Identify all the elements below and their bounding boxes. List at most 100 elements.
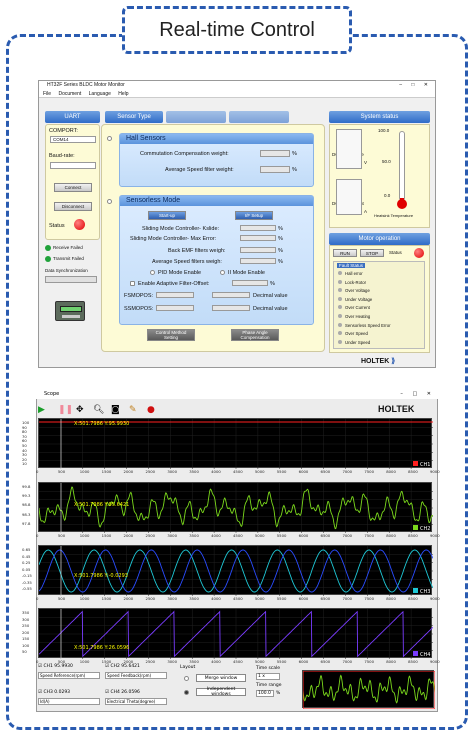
- signal-trace: [303, 674, 435, 704]
- scope-window-controls[interactable]: – □ ✕: [400, 390, 435, 399]
- tab-3[interactable]: [229, 111, 289, 123]
- menu-document[interactable]: Document: [58, 91, 81, 97]
- comport-select[interactable]: COM14: [50, 136, 96, 143]
- fsmopos-input-b[interactable]: [212, 292, 250, 298]
- avg-filter-input[interactable]: [260, 166, 290, 173]
- pause-icon[interactable]: ❚❚: [58, 405, 73, 415]
- maxerr-input[interactable]: [240, 235, 276, 241]
- menu-help[interactable]: Help: [118, 91, 128, 97]
- overview-plot[interactable]: [302, 670, 435, 709]
- tab-2[interactable]: [166, 111, 226, 123]
- comp-weight-input[interactable]: [260, 150, 290, 157]
- holtek-logo-top: HOLTEK ⟫: [361, 358, 396, 365]
- sensor-type-tab[interactable]: Sensor Type: [105, 111, 163, 123]
- fsmopos-input-a[interactable]: [156, 292, 194, 298]
- play-icon[interactable]: ▶: [38, 405, 45, 415]
- y-tick-label: -0.35: [22, 579, 32, 585]
- merge-radio[interactable]: [184, 676, 189, 681]
- fault-label: Under Speed: [345, 339, 371, 345]
- brush-icon[interactable]: ✎: [129, 405, 137, 415]
- timescale-select[interactable]: 1 x: [256, 673, 280, 680]
- uart-tab[interactable]: UART: [45, 111, 100, 123]
- bemf-input[interactable]: [240, 247, 276, 253]
- independent-window-button[interactable]: Independent windows: [196, 687, 246, 697]
- x-tick-label: 1500: [101, 469, 112, 474]
- x-tick-label: 500: [57, 533, 66, 538]
- x-tick-label: 3500: [189, 469, 199, 474]
- ch1-select[interactable]: Speed Reference(rpm): [38, 672, 100, 679]
- transmit-failed-led: [45, 256, 51, 262]
- thermometer-bulb: [397, 199, 407, 209]
- x-tick-label: 5000: [254, 659, 265, 664]
- ch2-select[interactable]: Speed Feedback(rpm): [105, 672, 167, 679]
- run-button[interactable]: RUN: [333, 249, 357, 257]
- x-tick-label: 8500: [408, 533, 418, 538]
- comp-weight-label: Commutation Compensation weight:: [140, 151, 229, 157]
- connect-button[interactable]: Connect: [54, 183, 92, 192]
- hall-radio[interactable]: [107, 136, 112, 141]
- x-tick-label: 5000: [254, 533, 265, 538]
- x-tick-label: 3000: [167, 659, 177, 664]
- ssmopos-input-b[interactable]: [212, 305, 250, 311]
- move-icon[interactable]: ✥: [76, 405, 84, 415]
- ch4-select[interactable]: Electrical Theta(degree): [105, 698, 167, 705]
- plot-ch3[interactable]: CH3: [38, 545, 433, 596]
- fault-led: [338, 305, 342, 310]
- motor-operation-header: Motor operation: [329, 233, 430, 245]
- zoom-icon[interactable]: 🔍︎: [93, 405, 104, 415]
- ch3-check[interactable]: ☑ CH3 0.0293: [38, 690, 70, 695]
- fault-item: Lock-Rotor: [338, 279, 366, 285]
- fault-status-title: Fault Status: [337, 263, 366, 268]
- sensorless-radio[interactable]: [107, 199, 112, 204]
- camera-icon[interactable]: ◙: [111, 405, 120, 415]
- kslide-pct: %: [278, 226, 283, 232]
- uart-panel: COMPORT: COM14 Baud-rate: Connect Discon…: [45, 124, 100, 240]
- y-tick-label: 0.65: [22, 547, 31, 552]
- x-tick-label: 2000: [123, 469, 134, 474]
- baud-input[interactable]: [50, 162, 96, 169]
- menu-file[interactable]: File: [43, 91, 51, 97]
- x-tick-label: 6500: [320, 469, 331, 474]
- x-tick-label: 3500: [189, 533, 199, 538]
- x-tick-label: 1000: [79, 533, 90, 538]
- holtek-logo-scope: HOLTEK: [378, 404, 414, 414]
- fault-item: Over Speed: [338, 331, 368, 336]
- motor-status-label: Status: [389, 250, 402, 255]
- x-tick-label: 8000: [386, 469, 396, 474]
- dc-current-unit: A: [364, 209, 368, 214]
- stop-button[interactable]: STOP: [360, 249, 384, 257]
- if-setup-button[interactable]: I/F Setup: [235, 211, 273, 220]
- timerange-label: Time range: [256, 683, 282, 688]
- pid-radio[interactable]: [150, 270, 155, 275]
- kslide-input[interactable]: [240, 225, 276, 231]
- ch1-check[interactable]: ☑ CH1 95.9930: [38, 664, 73, 669]
- adaptive-checkbox[interactable]: [130, 281, 135, 286]
- independent-radio[interactable]: [184, 690, 189, 695]
- fsmopos-label: FSMOPOS:: [124, 293, 154, 299]
- fault-led: [338, 279, 342, 284]
- ch4-check[interactable]: ☑ CH4 26.0596: [105, 690, 140, 695]
- menu-language[interactable]: Language: [89, 91, 111, 97]
- startup-button[interactable]: Start-up: [148, 211, 186, 220]
- disconnect-button[interactable]: Disconnect: [54, 202, 92, 211]
- ii-radio[interactable]: [220, 270, 225, 275]
- avg-speed-label: Average Speed filters weigh:: [152, 259, 222, 265]
- adaptive-input[interactable]: [232, 280, 268, 286]
- avg-speed-input[interactable]: [240, 258, 276, 264]
- ssmopos-label: SSMOPOS:: [124, 306, 154, 312]
- phase-angle-button[interactable]: Phase Angle Compensation: [231, 329, 279, 341]
- ssmopos-input-a[interactable]: [156, 305, 194, 311]
- y-tick-label: 350: [22, 610, 30, 615]
- ch2-check[interactable]: ☑ CH2 95.6421: [105, 664, 140, 669]
- ch3-select[interactable]: Id(A): [38, 698, 100, 705]
- cursor-label-ch3: X:501.7986 Y:-0.0293: [74, 573, 128, 579]
- merge-window-button[interactable]: Merge window: [196, 674, 246, 682]
- timerange-input[interactable]: 100.0: [256, 690, 274, 697]
- receive-failed-label: Receive Failed: [53, 245, 83, 250]
- control-method-button[interactable]: Control Method Setting: [147, 329, 195, 341]
- record-icon[interactable]: ●: [147, 405, 155, 415]
- bemf-pct: %: [278, 248, 283, 254]
- y-tick-label: 150: [22, 636, 30, 642]
- y-tick-label: 300: [22, 616, 30, 622]
- window-controls[interactable]: – □ ✕: [399, 81, 432, 90]
